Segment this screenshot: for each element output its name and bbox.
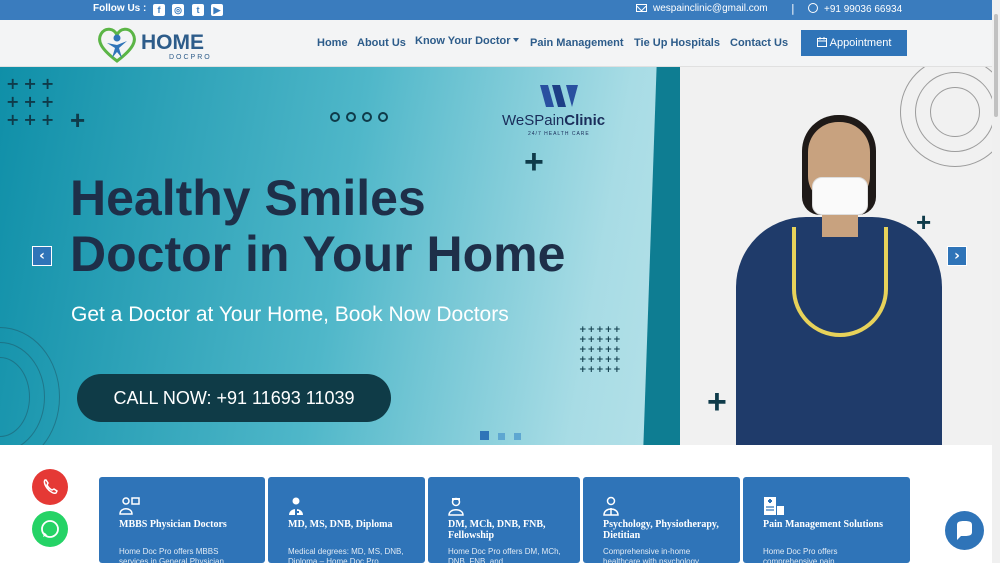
plus-icon: + [70, 105, 86, 135]
wespain-brand-name: WeSPainClinic [502, 112, 606, 129]
hero-subline: Get a Doctor at Your Home, Book Now Doct… [71, 303, 509, 326]
card-title: Psychology, Physiotherapy, Dietitian [603, 519, 719, 541]
card-description: Home Doc Pro offers comprehensive pain [763, 547, 838, 563]
top-bar: Follow Us : f ◎ t ▶ wespainclinic@gmail.… [0, 0, 1000, 20]
plus-icon: + [707, 383, 727, 421]
card-description: Home Doc Pro offers MBBS services in Gen… [119, 547, 224, 563]
card-title: MD, MS, DNB, Diploma [288, 519, 393, 530]
plus-grid-decoration: +++ +++ +++ [6, 74, 59, 129]
nav-know-your-doctor[interactable]: Know Your Doctor [415, 35, 519, 47]
email-text: wespainclinic@gmail.com [653, 3, 768, 14]
circles-decoration [330, 107, 394, 126]
appointment-button[interactable]: Appointment [801, 30, 907, 56]
card-title: MBBS Physician Doctors [119, 519, 227, 530]
wespain-logo-icon [540, 85, 578, 107]
youtube-icon[interactable]: ▶ [211, 4, 223, 16]
slider-dot-1[interactable] [480, 431, 489, 440]
hero-headline: Healthy Smiles Doctor in Your Home [70, 170, 565, 282]
doctor-icon [289, 497, 303, 515]
logo-main-text: HOME [141, 31, 204, 54]
heart-person-logo-icon [98, 27, 136, 63]
nav-tie-up-hospitals[interactable]: Tie Up Hospitals [634, 37, 720, 49]
slider-indicators [480, 425, 530, 444]
card-title: Pain Management Solutions [763, 519, 884, 530]
nav-about-us[interactable]: About Us [357, 37, 406, 49]
homedocpro-logo[interactable]: HOME DOCPRO [97, 25, 217, 67]
hero-headline-line1: Healthy Smiles [70, 170, 426, 226]
service-card-mbbs[interactable]: MBBS Physician Doctors Home Doc Pro offe… [99, 477, 265, 563]
chat-bubble-icon [957, 521, 972, 540]
top-email-link[interactable]: wespainclinic@gmail.com [636, 3, 768, 14]
whatsapp-icon [41, 520, 59, 538]
chevron-down-icon [512, 38, 519, 42]
service-card-md-ms[interactable]: MD, MS, DNB, Diploma Medical degrees: MD… [268, 477, 425, 563]
calendar-icon [816, 37, 827, 47]
hero-slider: +++ +++ +++ + + + + +++++ +++++ +++++ +++++ ++… [0, 67, 992, 445]
plus-grid-decoration: +++++ +++++ +++++ +++++ +++++ [579, 325, 622, 375]
nav-know-your-doctor-label: Know Your Doctor [415, 35, 511, 47]
card-title: DM, MCh, DNB, FNB, Fellowship [448, 519, 546, 541]
nav-home[interactable]: Home [317, 37, 348, 49]
nurse-icon [448, 497, 464, 516]
appointment-label: Appointment [829, 37, 892, 49]
facebook-icon[interactable]: f [153, 4, 165, 16]
topbar-separator: | [791, 2, 795, 15]
phone-icon [808, 3, 818, 13]
slider-next-button[interactable]: › [947, 246, 967, 266]
plus-icon: + [916, 207, 932, 237]
slider-dot-2[interactable] [498, 433, 505, 440]
phone-icon [43, 479, 58, 494]
face-mask [812, 177, 868, 215]
service-card-dm-mch[interactable]: DM, MCh, DNB, FNB, Fellowship Home Doc P… [428, 477, 580, 563]
nav-contact-us[interactable]: Contact Us [730, 37, 788, 49]
twitter-icon[interactable]: t [192, 4, 204, 16]
call-fab-button[interactable] [32, 469, 68, 505]
slider-prev-button[interactable]: ‹ [32, 246, 52, 266]
service-card-pain-management[interactable]: Pain Management Solutions Home Doc Pro o… [743, 477, 910, 563]
therapist-icon [603, 496, 619, 516]
wespain-tagline: 24/7 HEALTH CARE [528, 131, 590, 137]
nav-pain-management[interactable]: Pain Management [530, 37, 624, 49]
doctors-group-icon [119, 497, 140, 515]
call-now-button[interactable]: CALL NOW: +91 11693 11039 [77, 374, 391, 422]
slider-dot-3[interactable] [514, 433, 521, 440]
service-card-psychology[interactable]: Psychology, Physiotherapy, Dietitian Com… [583, 477, 740, 563]
medical-clipboard-icon [764, 497, 784, 515]
instagram-icon[interactable]: ◎ [172, 4, 184, 16]
hero-headline-line2: Doctor in Your Home [70, 226, 566, 282]
scrollbar-thumb[interactable] [994, 14, 998, 117]
logo-sub-text: DOCPRO [169, 54, 212, 61]
whatsapp-fab-button[interactable] [32, 511, 68, 547]
card-description: Home Doc Pro offers DM, MCh, DNB, FNB, a… [448, 547, 561, 563]
site-header: HOME DOCPRO Home About Us Know Your Doct… [0, 20, 1000, 67]
card-description: Comprehensive in-home healthcare with ps… [603, 547, 700, 563]
follow-us-label: Follow Us : [93, 3, 147, 14]
phone-text: +91 99036 66934 [824, 4, 903, 15]
decorative-contour [930, 87, 980, 137]
chat-fab-button[interactable] [945, 511, 984, 550]
top-phone-link[interactable]: +91 99036 66934 [808, 3, 902, 15]
stethoscope-icon [792, 227, 888, 337]
envelope-icon [636, 4, 647, 12]
card-description: Medical degrees: MD, MS, DNB, Diploma – … [288, 547, 404, 563]
